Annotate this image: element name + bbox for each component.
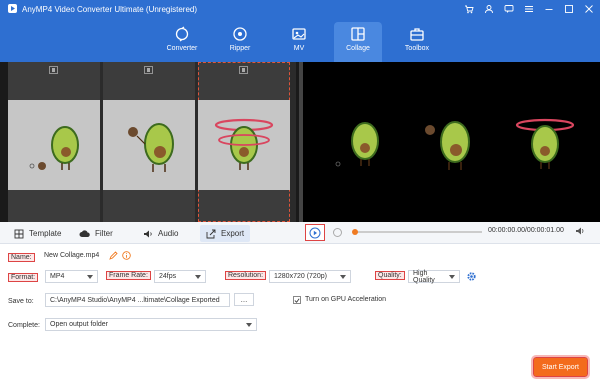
play-button[interactable] xyxy=(305,224,325,241)
convert-icon xyxy=(175,26,189,42)
tab-converter-label: Converter xyxy=(166,45,198,52)
maximize-icon[interactable] xyxy=(563,3,574,14)
tab-filter[interactable]: Filter xyxy=(73,225,119,242)
play-icon xyxy=(309,227,321,238)
avocado-character-image xyxy=(29,126,79,170)
timeline-slider[interactable] xyxy=(352,229,482,235)
image-placeholder-icon xyxy=(239,66,248,74)
name-value[interactable]: New Collage.mp4 xyxy=(44,252,99,259)
tab-export[interactable]: Export xyxy=(200,225,251,242)
frame-rate-value: 24fps xyxy=(159,273,177,280)
volume-icon[interactable] xyxy=(575,226,585,236)
complete-value: Open output folder xyxy=(50,321,108,328)
user-icon[interactable] xyxy=(483,3,494,14)
stop-button[interactable] xyxy=(333,228,342,237)
audio-icon xyxy=(144,230,152,237)
cell-video-frame xyxy=(198,100,290,190)
tab-toolbox[interactable]: Toolbox xyxy=(393,22,441,62)
chevron-down-icon xyxy=(87,274,93,279)
avocado-character-image xyxy=(214,118,274,170)
chevron-down-icon xyxy=(340,274,346,279)
chevron-down-icon xyxy=(449,274,455,279)
complete-select[interactable]: Open output folder xyxy=(45,318,257,331)
export-icon xyxy=(206,229,216,238)
tab-audio[interactable]: Audio xyxy=(137,225,184,242)
gpu-checkbox[interactable] xyxy=(293,296,301,304)
complete-row: Complete: xyxy=(8,318,40,332)
menu-icon[interactable] xyxy=(523,3,534,14)
format-row: Format: xyxy=(8,270,39,284)
app-title: AnyMP4 Video Converter Ultimate (Unregis… xyxy=(22,5,198,14)
save-to-label: Save to: xyxy=(8,297,34,305)
name-row: Name: xyxy=(8,250,35,264)
tab-template-label: Template xyxy=(29,229,62,238)
quality-label: Quality: xyxy=(375,271,405,280)
start-export-button[interactable]: Start Export xyxy=(531,355,590,379)
save-to-path[interactable]: C:\AnyMP4 Studio\AnyMP4 ...ltimate\Colla… xyxy=(45,293,230,307)
time-display: 00:00:00.00/00:00:01.00 xyxy=(488,227,564,234)
format-value: MP4 xyxy=(50,273,65,280)
browse-button[interactable]: ... xyxy=(234,293,254,306)
cell-video-frame xyxy=(103,100,195,190)
collage-cell-1[interactable] xyxy=(8,62,100,222)
resolution-select[interactable]: 1280x720 (720p) xyxy=(269,270,351,283)
toolbox-icon xyxy=(410,28,424,41)
template-icon xyxy=(14,229,24,238)
quality-select[interactable]: High Quality xyxy=(408,269,460,284)
tab-converter[interactable]: Converter xyxy=(158,22,206,62)
image-placeholder-icon xyxy=(144,66,153,74)
tab-ripper[interactable]: Ripper xyxy=(216,22,264,62)
minimize-icon[interactable] xyxy=(543,3,554,14)
filter-icon xyxy=(79,229,90,237)
tab-audio-label: Audio xyxy=(158,229,179,238)
format-select[interactable]: MP4 xyxy=(45,270,98,283)
timeline-knob[interactable] xyxy=(352,229,358,235)
gpu-label: Turn on GPU Acceleration xyxy=(305,296,387,303)
mv-icon xyxy=(292,28,306,40)
chevron-down-icon xyxy=(195,274,201,279)
info-icon[interactable] xyxy=(122,251,131,260)
tab-ripper-label: Ripper xyxy=(229,45,251,52)
window-controls xyxy=(463,3,594,14)
tab-collage[interactable]: Collage xyxy=(334,22,382,62)
resolution-label: Resolution: xyxy=(225,271,267,280)
tab-filter-label: Filter xyxy=(95,229,113,238)
quality-value: High Quality xyxy=(413,269,435,284)
output-preview xyxy=(303,62,600,222)
save-to-row: Save to: xyxy=(8,294,34,308)
disc-icon xyxy=(233,27,247,41)
tab-collage-label: Collage xyxy=(346,45,370,52)
cart-icon[interactable] xyxy=(463,3,474,14)
tab-mv[interactable]: MV xyxy=(275,22,323,62)
collage-cell-2[interactable] xyxy=(103,62,195,222)
collage-icon xyxy=(351,27,365,41)
collage-cell-3[interactable] xyxy=(198,62,290,222)
image-placeholder-icon xyxy=(49,66,58,74)
tab-toolbox-label: Toolbox xyxy=(404,45,430,52)
edit-name-icon[interactable] xyxy=(109,251,118,260)
name-label: Name: xyxy=(8,252,35,262)
chat-icon[interactable] xyxy=(503,3,514,14)
tab-mv-label: MV xyxy=(293,45,305,52)
format-label: Format: xyxy=(8,272,39,282)
collage-editor xyxy=(8,62,296,222)
gear-icon[interactable] xyxy=(466,271,477,282)
avocado-character-image xyxy=(128,123,174,172)
main-nav: Converter Ripper MV Collage Toolbox xyxy=(0,22,600,62)
tab-export-label: Export xyxy=(221,229,245,238)
app-logo-icon xyxy=(8,4,17,13)
cell-video-frame xyxy=(8,100,100,190)
chevron-down-icon xyxy=(246,322,252,327)
tab-template[interactable]: Template xyxy=(8,225,67,242)
frame-rate-select[interactable]: 24fps xyxy=(154,270,206,283)
frame-rate-label: Frame Rate: xyxy=(106,271,151,280)
complete-label: Complete: xyxy=(8,321,40,329)
checkmark-icon xyxy=(294,298,300,303)
output-preview-image xyxy=(335,118,575,170)
title-bar: AnyMP4 Video Converter Ultimate (Unregis… xyxy=(0,0,600,62)
close-icon[interactable] xyxy=(583,3,594,14)
preview-area xyxy=(0,62,600,222)
resolution-value: 1280x720 (720p) xyxy=(274,273,327,280)
